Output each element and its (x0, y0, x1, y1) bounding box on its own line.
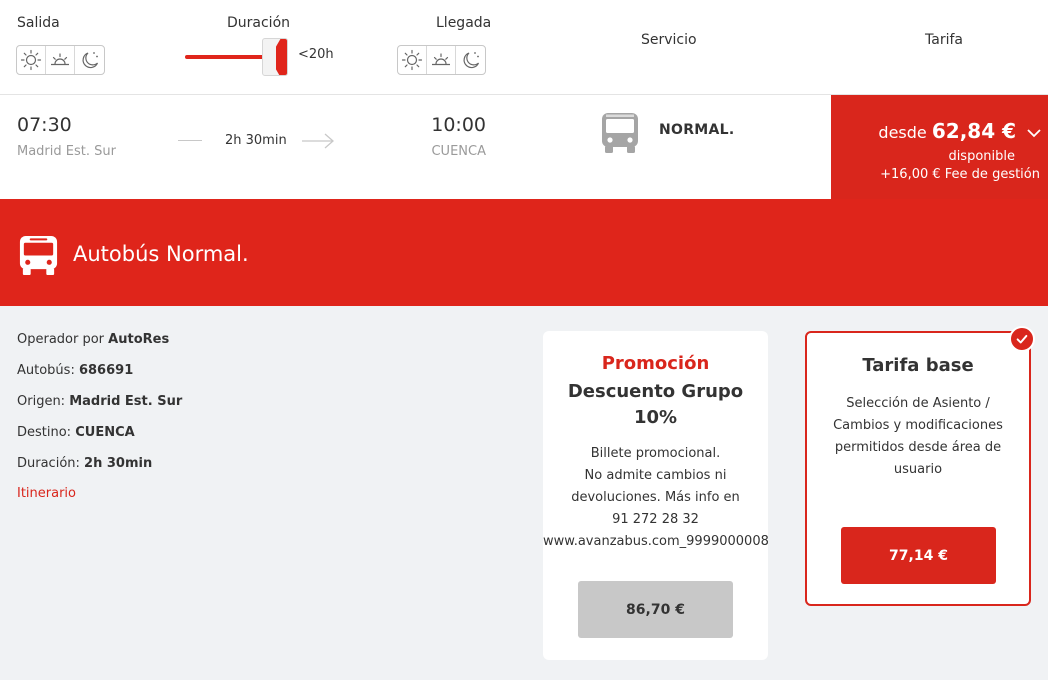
origin-line: Origen: Madrid Est. Sur (17, 394, 182, 409)
arrival-night-toggle[interactable] (456, 46, 485, 74)
departure-night-toggle[interactable] (75, 46, 104, 74)
bus-icon (602, 113, 638, 153)
duration-line: Duración: 2h 30min (17, 456, 152, 471)
promo-title: Descuento Grupo 10% (543, 379, 768, 431)
moon-icon (82, 52, 98, 69)
destination-label: Destino: (17, 425, 72, 440)
promo-desc-line: devoluciones. Más info en (571, 490, 740, 505)
service-name: NORMAL. (659, 122, 735, 138)
destination-line: Destino: CUENCA (17, 425, 135, 440)
base-desc-line: usuario (893, 462, 943, 477)
fare-prefix: desde (878, 123, 927, 142)
promo-desc-line: www.avanzabus.com_9999000008 (543, 534, 769, 549)
service-banner: Autobús Normal. (0, 199, 1048, 306)
management-fee: +16,00 € Fee de gestión (880, 167, 1040, 182)
arrival-time: 10:00 (431, 114, 486, 136)
promo-price-button[interactable]: 86,70 € (578, 581, 733, 638)
base-desc-line: permitidos desde área de (834, 440, 1002, 455)
origin-value: Madrid Est. Sur (69, 394, 183, 409)
arrival-column-label: Llegada (436, 15, 492, 31)
sunset-icon (51, 53, 69, 66)
arrow-right-icon (302, 133, 334, 149)
base-fare-price-button[interactable]: 77,14 € (841, 527, 996, 584)
sun-icon (20, 49, 42, 71)
selected-check-icon (1009, 326, 1035, 352)
origin-label: Origen: (17, 394, 66, 409)
fare-column-label: Tarifa (925, 32, 963, 48)
sun-icon (401, 49, 423, 71)
arrival-station: CUENCA (431, 144, 486, 159)
base-fare-description: Selección de Asiento / Cambios y modific… (827, 393, 1009, 481)
bus-icon (19, 235, 58, 276)
arrival-morning-toggle[interactable] (398, 46, 427, 74)
fare-availability: disponible (948, 149, 1015, 164)
arrival-afternoon-toggle[interactable] (427, 46, 456, 74)
bus-line: Autobús: 686691 (17, 363, 133, 378)
promo-kicker: Promoción (601, 353, 710, 374)
duration-label: Duración: (17, 456, 80, 471)
base-desc-line: Selección de Asiento / (846, 396, 990, 411)
duration-slider-value: <20h (298, 47, 334, 62)
service-column-label: Servicio (641, 32, 697, 48)
duration-slider-track (185, 55, 265, 59)
trip-duration: 2h 30min (225, 133, 287, 148)
fare-price: 62,84 € (931, 119, 1016, 143)
operator-value: AutoRes (108, 332, 170, 347)
departure-afternoon-toggle[interactable] (46, 46, 75, 74)
service-banner-title: Autobús Normal. (73, 242, 249, 266)
destination-value: CUENCA (75, 425, 135, 440)
promo-fare-card[interactable]: Promoción Descuento Grupo 10% Billete pr… (543, 331, 769, 660)
chevron-down-icon (1027, 129, 1041, 138)
duration-value: 2h 30min (84, 456, 153, 471)
operator-label: Operador por (17, 332, 105, 347)
route-line (178, 140, 202, 141)
duration-column-label: Duración (227, 15, 291, 31)
departure-time: 07:30 (17, 114, 72, 136)
base-fare-card[interactable]: Tarifa base Selección de Asiento / Cambi… (805, 331, 1031, 606)
bus-label: Autobús: (17, 363, 75, 378)
promo-desc-line: 91 272 28 32 (612, 512, 699, 527)
promo-title-line: 10% (633, 407, 678, 428)
itinerary-link[interactable]: Itinerario (17, 486, 76, 501)
operator-line: Operador por AutoRes (17, 332, 169, 347)
departure-time-filter (16, 45, 105, 75)
fare-price-line: desde 62,84 € (878, 119, 1016, 143)
departure-station: Madrid Est. Sur (17, 144, 116, 159)
trip-result-row[interactable]: 07:30 Madrid Est. Sur 2h 30min 10:00 CUE… (0, 94, 1048, 200)
fare-toggle[interactable]: desde 62,84 € disponible +16,00 € Fee de… (831, 95, 1048, 200)
arrival-time-filter (397, 45, 486, 75)
base-desc-line: Cambios y modificaciones (833, 418, 1003, 433)
promo-desc-line: No admite cambios ni (584, 468, 727, 483)
departure-morning-toggle[interactable] (17, 46, 46, 74)
promo-title-line: Descuento Grupo (567, 381, 744, 402)
base-fare-title: Tarifa base (862, 355, 974, 376)
promo-description: Billete promocional. No admite cambios n… (543, 443, 769, 553)
bus-value: 686691 (78, 363, 134, 378)
departure-column-label: Salida (17, 15, 60, 31)
trip-details-panel: Operador por AutoRes Autobús: 686691 Ori… (0, 306, 1048, 680)
sunset-icon (432, 53, 450, 66)
duration-slider-handle[interactable] (262, 38, 288, 76)
moon-icon (463, 52, 479, 69)
results-header: Salida Duración Llegada Servicio Tarifa (0, 0, 1048, 94)
promo-desc-line: Billete promocional. (590, 446, 721, 461)
